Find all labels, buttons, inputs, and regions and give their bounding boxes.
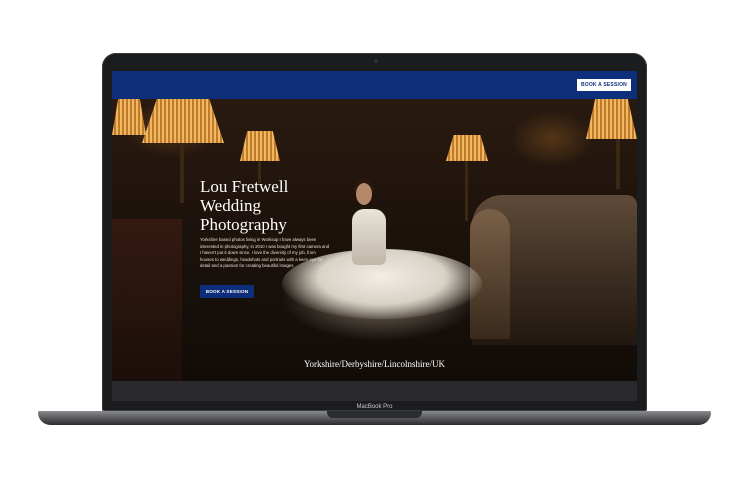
lamp-shade: [240, 131, 280, 161]
armchair: [112, 219, 182, 381]
lamp-pole: [465, 161, 468, 221]
lamp-shade: [586, 99, 637, 139]
lamp-shade: [142, 99, 224, 143]
hero-title: Lou Fretwell Wedding Photography: [200, 177, 289, 234]
footer-bar: [112, 381, 637, 401]
hero-section: Lou Fretwell Wedding Photography Yorkshi…: [112, 99, 637, 381]
hero-book-session-button[interactable]: BOOK A SESSION: [200, 285, 254, 298]
bride-head: [356, 183, 372, 205]
device-label: MacBook Pro: [356, 404, 393, 410]
hero-description: Yorkshire based photos living in Worksop…: [200, 237, 330, 269]
lamp-shade: [112, 99, 146, 135]
laptop-base: [38, 411, 711, 425]
nav-book-session-button[interactable]: BOOK A SESSION: [576, 79, 631, 91]
top-nav: BOOK A SESSION: [112, 71, 637, 99]
laptop-notch: [327, 411, 422, 418]
bride-bodice: [352, 209, 386, 265]
lamp-shade: [446, 135, 488, 161]
lamp-pole: [180, 143, 184, 203]
camera-icon: [374, 59, 378, 63]
location-text: Yorkshire/Derbyshire/Lincolnshire/UK: [303, 359, 446, 369]
laptop-lid: BOOK A SESSION Lou Fretwell Wedding Phot…: [102, 53, 647, 411]
lamp-pole: [616, 139, 620, 189]
screen: BOOK A SESSION Lou Fretwell Wedding Phot…: [112, 71, 637, 401]
